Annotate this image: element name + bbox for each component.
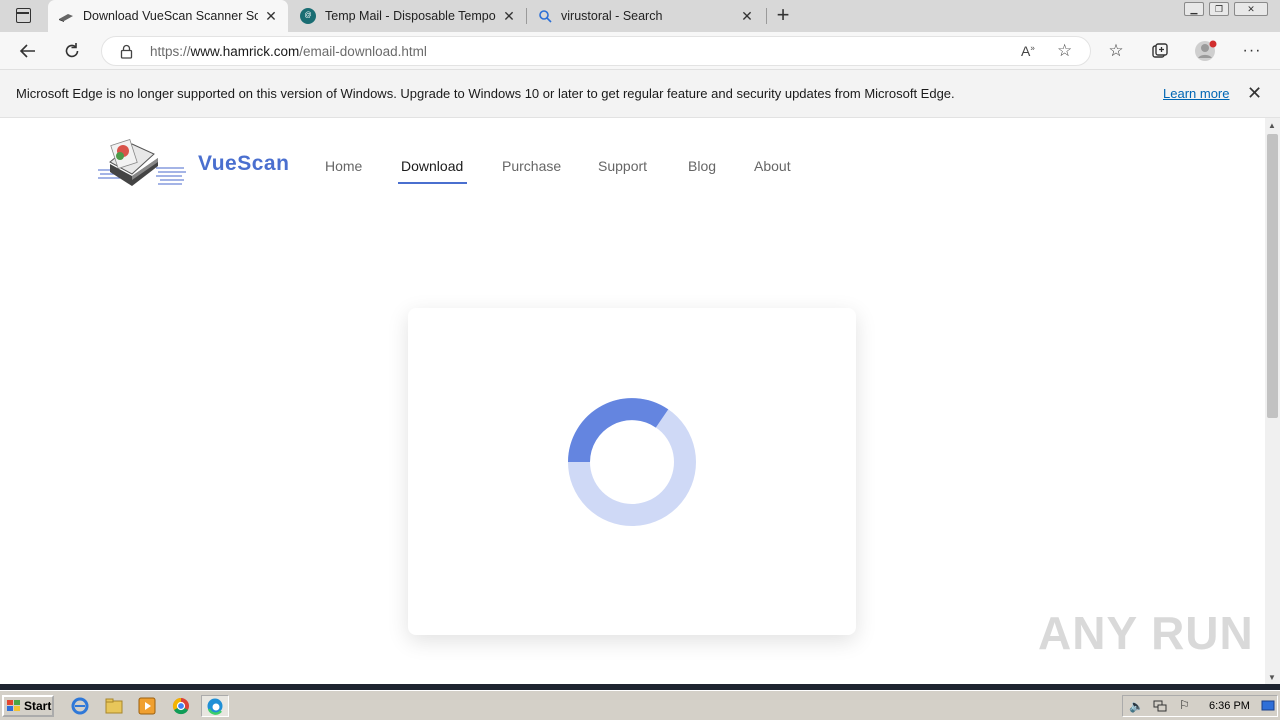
loading-card — [408, 308, 856, 635]
more-options-icon[interactable]: ··· — [1239, 38, 1265, 64]
unsupported-browser-infobar: Microsoft Edge is no longer supported on… — [0, 70, 1280, 118]
nav-home[interactable]: Home — [325, 158, 362, 174]
restore-button[interactable]: ❐ — [1209, 2, 1229, 16]
show-desktop-icon[interactable] — [1261, 699, 1275, 713]
tab-vuescan[interactable]: Download VueScan Scanner Software ✕ — [48, 0, 288, 32]
nav-support[interactable]: Support — [598, 158, 647, 174]
collections-icon[interactable] — [1147, 38, 1173, 64]
edge-icon[interactable] — [201, 695, 229, 717]
vuescan-logo-image[interactable] — [96, 136, 188, 194]
tab-tempmail[interactable]: @ Temp Mail - Disposable Temporary Email… — [290, 0, 526, 32]
web-page: VueScan Home Download Purchase Support B… — [0, 118, 1265, 684]
close-tab-icon[interactable]: ✕ — [502, 8, 516, 25]
lock-icon[interactable] — [120, 44, 133, 59]
site-brand[interactable]: VueScan — [198, 152, 289, 176]
learn-more-link[interactable]: Learn more — [1163, 86, 1229, 101]
active-nav-indicator — [398, 182, 467, 184]
url-host: www.hamrick.com — [190, 44, 300, 59]
nav-blog[interactable]: Blog — [688, 158, 716, 174]
address-bar[interactable]: https://www.hamrick.com/email-download.h… — [101, 36, 1091, 66]
minimize-button[interactable]: ▁ — [1184, 2, 1204, 16]
tab-title: Temp Mail - Disposable Temporary Email — [325, 9, 496, 23]
nav-purchase[interactable]: Purchase — [502, 158, 561, 174]
media-player-icon[interactable] — [137, 696, 157, 716]
close-icon[interactable]: ✕ — [1247, 83, 1262, 104]
action-center-flag-icon[interactable]: ⚐ — [1179, 698, 1190, 712]
nav-about[interactable]: About — [754, 158, 791, 174]
file-explorer-icon[interactable] — [104, 696, 124, 716]
tab-actions-icon[interactable] — [16, 8, 31, 23]
tab-separator — [526, 8, 527, 24]
add-favorite-icon[interactable]: ☆ — [1057, 41, 1072, 61]
tab-title: Download VueScan Scanner Software — [83, 9, 258, 23]
vertical-scrollbar[interactable]: ▲ ▼ — [1265, 118, 1280, 684]
nav-download[interactable]: Download — [401, 158, 463, 174]
url-scheme: https:// — [150, 44, 191, 59]
close-tab-icon[interactable]: ✕ — [264, 8, 278, 25]
tab-strip: Download VueScan Scanner Software ✕ @ Te… — [0, 0, 1280, 32]
volume-icon[interactable]: 🔈 — [1129, 699, 1144, 713]
tab-separator — [766, 8, 767, 24]
back-icon[interactable] — [15, 38, 41, 64]
scanner-icon — [58, 11, 74, 22]
close-window-button[interactable]: ✕ — [1234, 2, 1268, 16]
network-icon[interactable] — [1153, 699, 1167, 713]
new-tab-button[interactable]: + — [773, 2, 793, 28]
favorites-icon[interactable]: ☆ — [1103, 38, 1129, 64]
close-tab-icon[interactable]: ✕ — [740, 8, 754, 25]
profile-avatar[interactable] — [1193, 38, 1219, 64]
chrome-icon[interactable] — [171, 696, 191, 716]
internet-explorer-icon[interactable] — [70, 696, 90, 716]
tempmail-icon: @ — [300, 8, 316, 24]
start-button[interactable]: Start — [2, 695, 54, 717]
tab-title: virustoral - Search — [561, 9, 663, 23]
start-label: Start — [24, 699, 52, 713]
scroll-down-icon[interactable]: ▼ — [1268, 673, 1276, 682]
refresh-icon[interactable] — [59, 38, 85, 64]
windows-logo-icon — [7, 700, 21, 712]
clock[interactable]: 6:36 PM — [1209, 700, 1250, 712]
read-aloud-icon[interactable]: A» — [1021, 43, 1035, 59]
browser-toolbar: https://www.hamrick.com/email-download.h… — [0, 32, 1280, 70]
infobar-message: Microsoft Edge is no longer supported on… — [16, 86, 955, 101]
anyrun-watermark: ANY RUN — [1038, 607, 1254, 659]
url-text[interactable]: https://www.hamrick.com/email-download.h… — [150, 44, 427, 59]
search-icon — [538, 9, 552, 23]
windows-taskbar: Start 🔈 ⚐ 6:36 PM — [0, 690, 1280, 720]
loading-spinner — [566, 396, 698, 528]
url-path: /email-download.html — [299, 44, 427, 59]
scroll-up-icon[interactable]: ▲ — [1268, 121, 1276, 130]
tab-search[interactable]: virustoral - Search ✕ — [528, 0, 764, 32]
scrollbar-thumb[interactable] — [1267, 134, 1278, 418]
system-tray: 🔈 ⚐ 6:36 PM — [1122, 695, 1278, 717]
